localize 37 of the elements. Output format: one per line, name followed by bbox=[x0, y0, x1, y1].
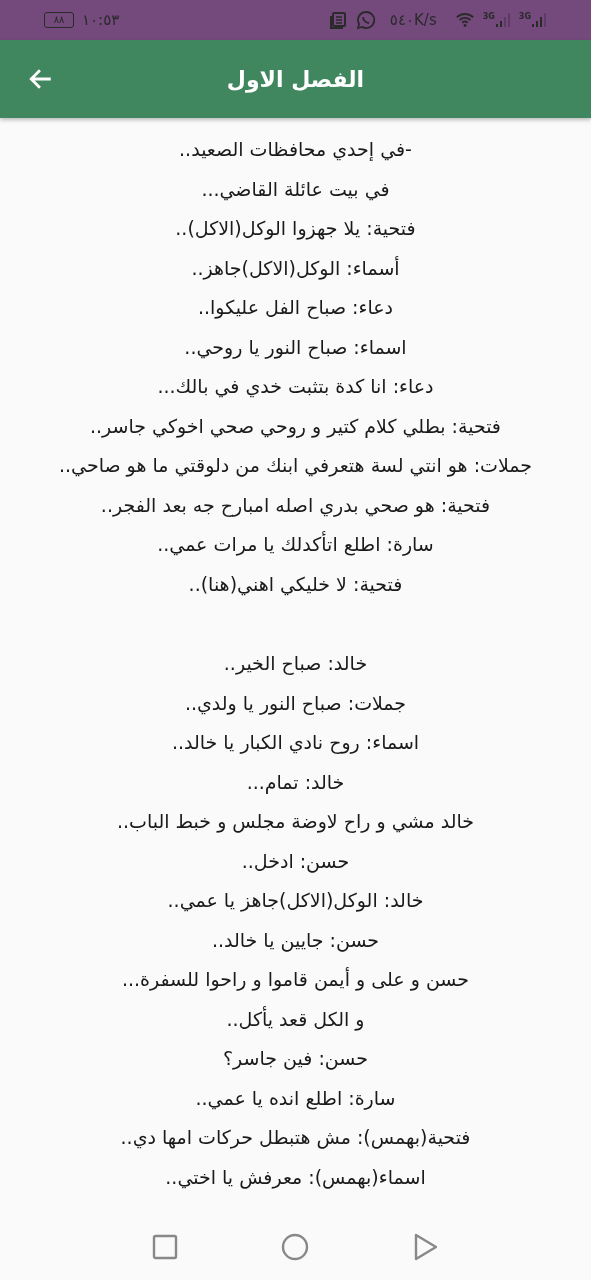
story-line: خالد: تمام... bbox=[245, 769, 346, 796]
story-line: فتحية: يلا جهزوا الوكل(الاكل).. bbox=[174, 216, 417, 242]
story-line: فتحية: لا خليكي اهني(هنا).. bbox=[187, 571, 404, 598]
story-line: سارة: اطلع اتأكدلك يا مرات عمي.. bbox=[156, 530, 435, 558]
story-line: اسماء(بهمس): معرفش يا اختي.. bbox=[164, 1164, 427, 1191]
story-line: جملات: صباح النور يا ولدي.. bbox=[183, 690, 408, 717]
story-line: فتحية(بهمس): مش هتبطل حركات امها دي.. bbox=[119, 1125, 472, 1151]
story-line: فتحية: هو صحي بدري اصله امبارح جه بعد الفجر.. bbox=[99, 492, 492, 519]
story-line: خالد مشي و راح لاوضة مجلس و خبط الباب.. bbox=[116, 809, 475, 835]
clock: ١٠:٥٣ bbox=[82, 11, 120, 29]
story-line: أسماء: الوكل(الاكل)جاهز.. bbox=[190, 255, 401, 282]
signal-icon bbox=[494, 12, 511, 28]
story-line: -في إحدي محافظات الصعيد.. bbox=[178, 137, 413, 163]
chat-bubble-icon bbox=[355, 10, 376, 30]
battery-icon: ٨٨ bbox=[44, 12, 74, 28]
story-line: فتحية: بطلي كلام كتير و روحي صحي اخوكي جاسر.. bbox=[89, 413, 502, 440]
story-line: حسن و على و أيمن قاموا و راحوا للسفرة... bbox=[120, 966, 471, 993]
story-line: في بيت عائلة القاضي... bbox=[200, 176, 391, 203]
signal-icon bbox=[531, 12, 547, 28]
story-line: خالد: الوكل(الاكل)جاهز يا عمي.. bbox=[166, 888, 425, 914]
news-icon bbox=[327, 10, 348, 30]
story-line: اسماء: صباح النور يا روحي.. bbox=[183, 334, 408, 361]
story-line: و الكل قعد يأكل.. bbox=[225, 1005, 366, 1033]
story-line: سارة: اطلع انده يا عمي.. bbox=[194, 1085, 397, 1112]
story-line: دعاء: صباح الفل عليكوا.. bbox=[196, 295, 395, 321]
network-speed: ٥٤٠K/s bbox=[389, 11, 437, 29]
story-line: جملات: هو انتي لسة هتعرفي ابنك من دلوقتي ما هو صاحي.. bbox=[58, 453, 533, 479]
wifi-icon bbox=[454, 10, 475, 30]
network-type: 3G bbox=[518, 12, 531, 21]
screen-title: الفصل الاول bbox=[226, 66, 365, 92]
story-line: خالد: صباح الخير.. bbox=[222, 651, 369, 677]
network-type: 3G bbox=[482, 12, 495, 21]
story-line: حسن: فين جاسر؟ bbox=[222, 1046, 369, 1072]
story-line: اسماء: روح نادي الكبار يا خالد.. bbox=[170, 730, 421, 756]
story-line: حسن: جايين يا خالد.. bbox=[210, 927, 381, 954]
story-line: دعاء: انا كدة بتثبت خدي في بالك... bbox=[156, 374, 435, 400]
story-line: حسن: ادخل.. bbox=[240, 848, 351, 875]
